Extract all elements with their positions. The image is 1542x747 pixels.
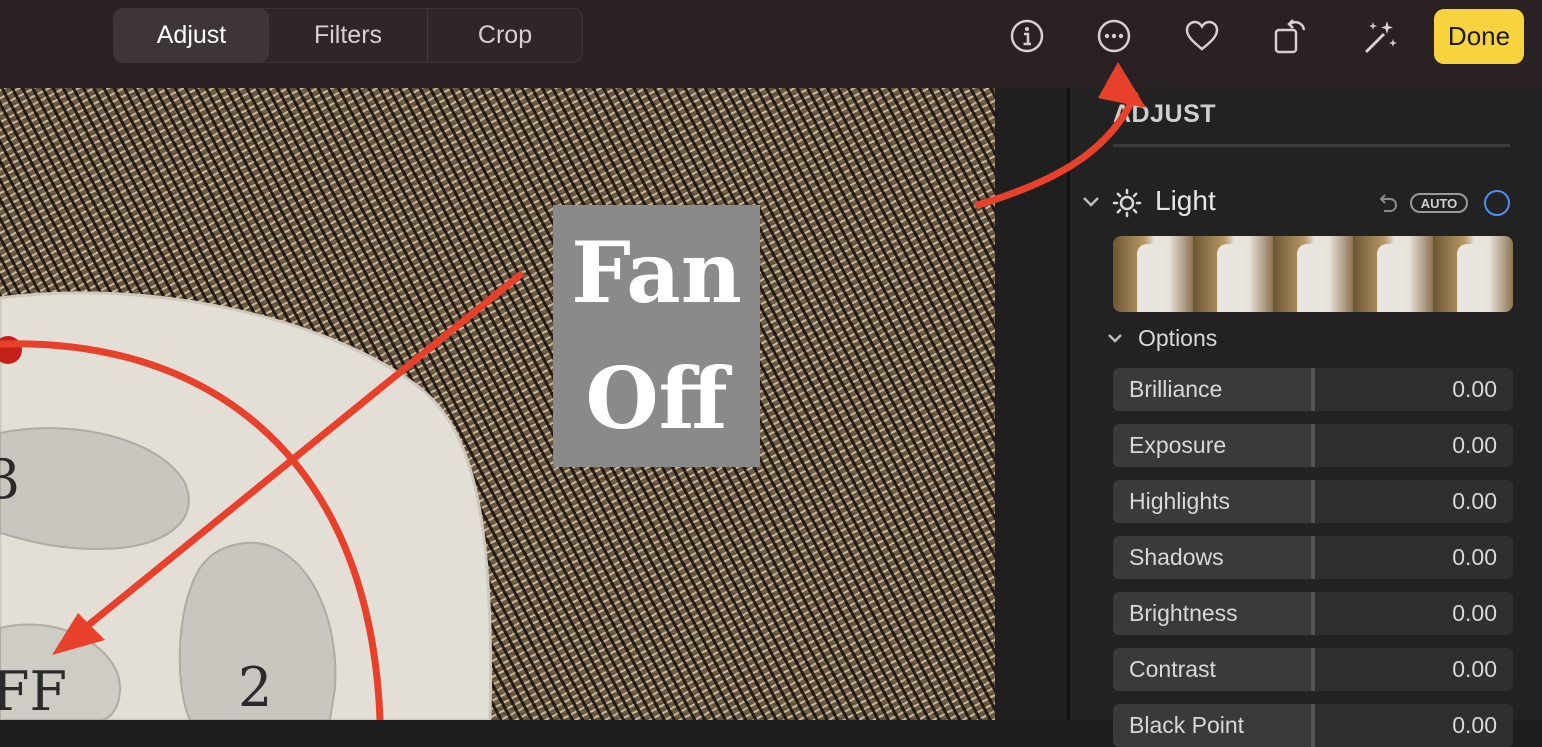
slider-center-mark [1311, 368, 1315, 411]
contrast-slider[interactable]: Contrast 0.00 [1113, 648, 1513, 691]
toolbar: Adjust Filters Crop Done [0, 0, 1542, 88]
more-icon[interactable] [1090, 12, 1138, 60]
remote-button-2-label: 2 [238, 656, 273, 719]
sun-icon [1112, 188, 1142, 218]
slider-value: 0.00 [1452, 376, 1497, 402]
slider-value: 0.00 [1452, 656, 1497, 682]
slider-name: Highlights [1129, 488, 1230, 514]
black-point-slider[interactable]: Black Point 0.00 [1113, 704, 1513, 747]
exposure-slider[interactable]: Exposure 0.00 [1113, 424, 1513, 467]
slider-value: 0.00 [1452, 432, 1497, 458]
chevron-down-icon[interactable] [1107, 332, 1123, 344]
done-button[interactable]: Done [1434, 9, 1524, 64]
slider-name: Contrast [1129, 656, 1216, 682]
auto-button[interactable]: AUTO [1410, 193, 1468, 213]
brilliance-slider[interactable]: Brilliance 0.00 [1113, 368, 1513, 411]
auto-enhance-icon[interactable] [1356, 12, 1404, 60]
slider-name: Shadows [1129, 544, 1224, 570]
preview-frame [1433, 236, 1513, 312]
brightness-slider[interactable]: Brightness 0.00 [1113, 592, 1513, 635]
label-line-2: Off [585, 349, 728, 448]
preview-frame [1273, 236, 1353, 312]
fan-off-label: Fan Off [553, 205, 760, 467]
slider-value: 0.00 [1452, 600, 1497, 626]
rotate-icon[interactable] [1266, 12, 1314, 60]
preview-frame [1113, 236, 1193, 312]
slider-name: Brilliance [1129, 376, 1223, 402]
slider-name: Black Point [1129, 712, 1245, 738]
title-divider [1113, 144, 1510, 147]
slider-center-mark [1311, 480, 1315, 523]
adjust-sidebar: ADJUST Light AUTO Options Brilliance 0.0… [1067, 88, 1542, 747]
slider-center-mark [1311, 424, 1315, 467]
slider-value: 0.00 [1452, 488, 1497, 514]
preview-frame [1193, 236, 1273, 312]
shadows-slider[interactable]: Shadows 0.00 [1113, 536, 1513, 579]
highlights-slider[interactable]: Highlights 0.00 [1113, 480, 1513, 523]
slider-name: Brightness [1129, 600, 1238, 626]
label-line-1: Fan [571, 223, 742, 322]
tab-filters[interactable]: Filters [269, 9, 427, 62]
tab-adjust[interactable]: Adjust [114, 9, 269, 62]
options-label: Options [1138, 325, 1218, 351]
light-preview-strip[interactable] [1113, 236, 1513, 312]
light-toggle[interactable] [1484, 190, 1510, 216]
undo-icon[interactable] [1376, 191, 1398, 213]
slider-value: 0.00 [1452, 712, 1497, 738]
light-section-label: Light [1155, 185, 1216, 216]
light-section-header[interactable]: Light AUTO [1070, 183, 1542, 223]
slider-center-mark [1311, 648, 1315, 691]
info-icon[interactable] [1003, 12, 1051, 60]
sidebar-gutter [995, 88, 1067, 720]
slider-value: 0.00 [1452, 544, 1497, 570]
slider-center-mark [1311, 592, 1315, 635]
heart-icon[interactable] [1178, 12, 1226, 60]
remote-button-off-label: FF [0, 660, 67, 720]
remote-control-image [0, 291, 493, 720]
slider-name: Exposure [1129, 432, 1227, 458]
sidebar-title: ADJUST [1113, 100, 1217, 128]
slider-center-mark [1311, 704, 1315, 747]
remote-button-3-label: 3 [0, 448, 21, 511]
slider-center-mark [1311, 536, 1315, 579]
chevron-down-icon[interactable] [1082, 195, 1100, 209]
preview-frame [1353, 236, 1433, 312]
edit-mode-segmented-control: Adjust Filters Crop [113, 8, 583, 63]
tab-crop[interactable]: Crop [427, 9, 582, 62]
photo-canvas[interactable]: 3 2 FF Fan Off [0, 88, 995, 720]
